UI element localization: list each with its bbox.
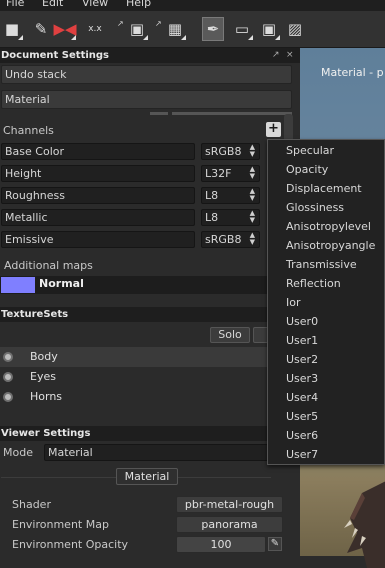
creature-model-image [344,481,385,568]
undo-stack-button[interactable]: Undo stack [1,65,292,84]
float-panel-icon[interactable]: ↗ [272,48,280,63]
menu-file[interactable]: File [6,0,24,9]
symmetry-icon[interactable]: ▶◀ [53,17,77,41]
eraser-icon[interactable]: ▭ [231,17,253,41]
shader-select[interactable]: pbr-metal-rough [176,496,283,513]
dropdown-item[interactable]: User7 [286,448,318,461]
dropdown-item[interactable]: Displacement [286,182,362,195]
channel-name-field[interactable]: Emissive [1,231,195,248]
texturesets-header: TextureSets [0,307,300,322]
environment-opacity-label: Environment Opacity [12,538,129,551]
spinner-arrows-icon: ▲ ▼ [249,187,255,202]
dropdown-item[interactable]: User4 [286,391,318,404]
channels-label: Channels [3,124,54,137]
edit-pencil-icon[interactable]: ✎ [268,537,282,551]
dropdown-item[interactable]: User0 [286,315,318,328]
channel-format-select[interactable]: L8 ▲ ▼ [201,187,260,204]
normal-map-label: Normal [39,277,84,290]
normal-map-row[interactable]: Normal [0,276,275,294]
dropdown-item[interactable]: Opacity [286,163,328,176]
tab-material[interactable]: Material [116,468,178,485]
spinner-arrows-icon: ▲ ▼ [249,231,255,246]
radio-icon[interactable] [3,352,13,362]
material-section-button[interactable]: Material [1,90,292,109]
textureset-name: Eyes [30,370,56,383]
viewer-settings-header: Viewer Settings [0,426,300,441]
channel-format-select[interactable]: sRGB8 ▲ ▼ [201,143,260,160]
mode-select[interactable]: Material [44,444,270,461]
add-channel-button[interactable]: + [266,122,281,137]
projection-icon[interactable]: ▨ [284,17,306,41]
xx-icon[interactable]: x.x [84,17,106,41]
channel-format-select[interactable]: L8 ▲ ▼ [201,209,260,226]
menu-view[interactable]: View [82,0,108,9]
channel-format-select[interactable]: sRGB8 ▲ ▼ [201,231,260,248]
dropdown-item[interactable]: Reflection [286,277,341,290]
environment-opacity-slider[interactable]: 100 [176,536,266,553]
dropdown-item[interactable]: Ior [286,296,301,309]
channel-type-dropdown: Specular Opacity Displacement Glossiness… [267,139,385,465]
environment-map-label: Environment Map [12,518,109,531]
environment-map-select[interactable]: panorama [176,516,283,533]
brush-mask-icon[interactable]: ■ [1,17,23,41]
dropdown-item[interactable]: User3 [286,372,318,385]
dropdown-item[interactable]: Anisotropyangle [286,239,375,252]
image-icon[interactable]: ▣ [258,17,280,41]
settings-panel: Document Settings ↗ × Undo stack Materia… [0,48,300,556]
viewer-settings-title: Viewer Settings [1,428,91,439]
paint-brush-icon[interactable]: ✒ [202,17,224,41]
dropdown-item[interactable]: User5 [286,410,318,423]
textureset-row[interactable]: Horns [0,387,275,407]
texture-grid-icon[interactable]: ↗ ▦ [155,17,186,41]
menu-edit[interactable]: Edit [42,0,63,9]
normal-color-swatch [1,277,35,293]
radio-icon[interactable] [3,392,13,402]
close-panel-icon[interactable]: × [286,48,294,63]
dropdown-item[interactable]: User6 [286,429,318,442]
additional-maps-label: Additional maps [4,259,93,272]
menu-bar: File Edit View Help [0,0,385,11]
textureset-name: Horns [30,390,63,403]
channel-format-value: sRGB8 [205,145,242,158]
textureset-row[interactable]: Body [0,347,275,367]
camera-icon[interactable]: ↗ ▣ [117,17,148,41]
document-settings-header: Document Settings ↗ × [0,48,300,63]
channel-format-select[interactable]: L32F ▲ ▼ [201,165,260,182]
dropdown-item[interactable]: Specular [286,144,334,157]
spinner-arrows-icon: ▲ ▼ [249,165,255,180]
mode-value: Material [48,446,93,459]
mode-label: Mode [3,446,33,459]
textureset-name: Body [30,350,58,363]
splitter-handle-right[interactable] [172,112,292,115]
splitter-handle[interactable] [150,112,168,115]
menu-help[interactable]: Help [126,0,151,9]
channel-format-value: sRGB8 [205,233,242,246]
solo-button[interactable]: Solo [210,327,250,343]
toolbar: ■ ✎ ▶◀ x.x ↗ ▣ ↗ ▦ ✒ ▭ ▣ ▨ [0,11,385,48]
shader-label: Shader [12,498,51,511]
channel-name-field[interactable]: Base Color [1,143,195,160]
dropdown-item[interactable]: Glossiness [286,201,344,214]
texturesets-title: TextureSets [1,309,69,320]
dropdown-item[interactable]: User1 [286,334,318,347]
channel-format-value: L8 [205,211,219,224]
dropdown-item[interactable]: Anisotropylevel [286,220,371,233]
channel-format-value: L32F [205,167,232,180]
channel-format-value: L8 [205,189,219,202]
document-settings-title: Document Settings [1,50,110,61]
channel-name-field[interactable]: Height [1,165,195,182]
textureset-row[interactable]: Eyes [0,367,275,387]
spinner-arrows-icon: ▲ ▼ [249,143,255,158]
radio-icon[interactable] [3,372,13,382]
dropdown-item[interactable]: User2 [286,353,318,366]
channel-name-field[interactable]: Metallic [1,209,195,226]
eyedropper-icon[interactable]: ✎ [30,17,52,41]
viewport-title: Material - p [321,66,384,79]
spinner-arrows-icon: ▲ ▼ [249,209,255,224]
channel-name-field[interactable]: Roughness [1,187,195,204]
dropdown-item[interactable]: Transmissive [286,258,357,271]
